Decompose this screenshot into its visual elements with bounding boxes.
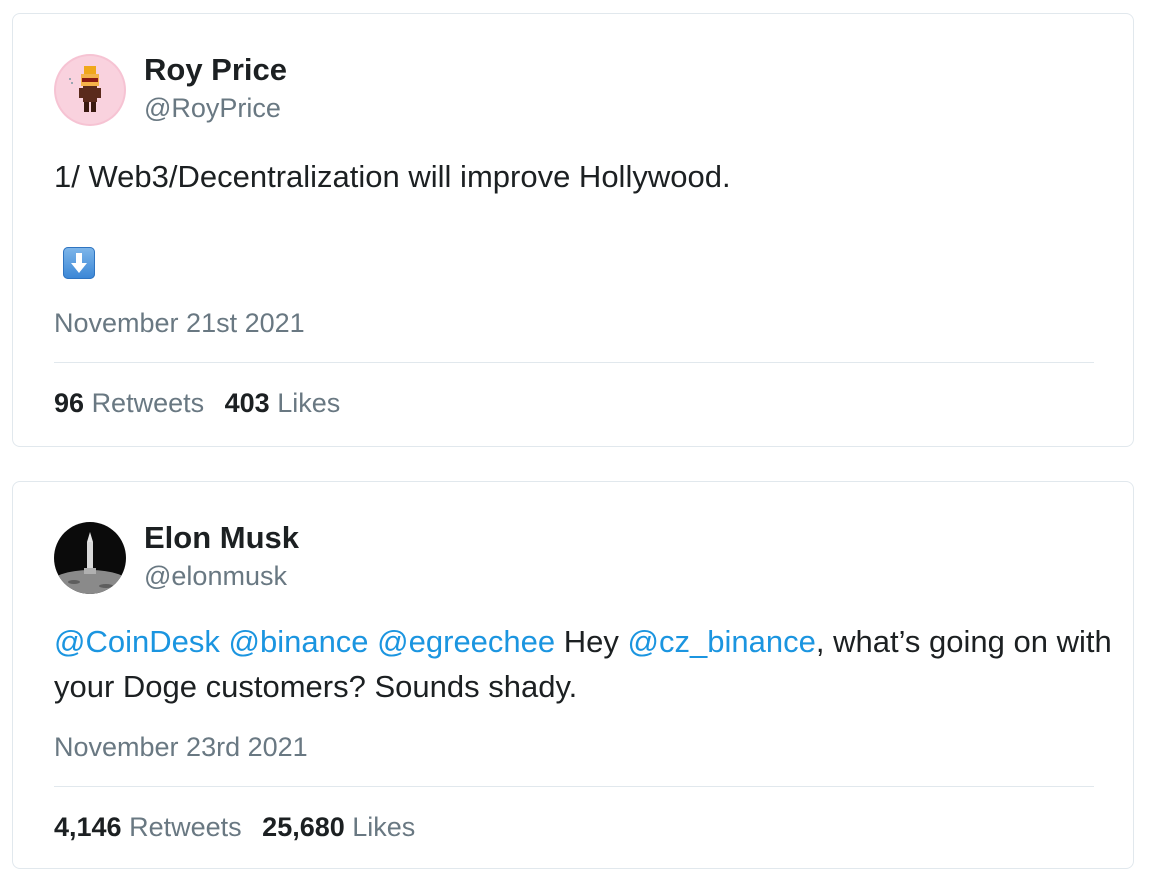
tweet-card: Roy Price @RoyPrice 1/ Web3/Decentraliza… xyxy=(12,13,1134,447)
author-name[interactable]: Elon Musk xyxy=(144,520,299,556)
retweets-label: Retweets xyxy=(91,388,205,418)
tweet-text: @CoinDesk @binance @egreechee Hey @cz_bi… xyxy=(54,619,1114,709)
likes-stat[interactable]: 25,680 Likes xyxy=(262,812,415,842)
mention-link[interactable]: @binance xyxy=(228,624,368,659)
tweet-stats: 4,146 Retweets 25,680 Likes xyxy=(54,811,428,843)
tweet-text-segment: Hey xyxy=(563,624,619,659)
retweets-count: 4,146 xyxy=(54,812,122,842)
down-arrow-icon xyxy=(63,247,95,279)
retweets-label: Retweets xyxy=(129,812,242,842)
author-handle[interactable]: @RoyPrice xyxy=(144,92,281,124)
tweet-text: 1/ Web3/Decentralization will improve Ho… xyxy=(54,159,731,194)
mention-link[interactable]: @egreechee xyxy=(377,624,555,659)
likes-label: Likes xyxy=(352,812,416,842)
mention-link[interactable]: @cz_binance xyxy=(628,624,816,659)
avatar-roy-price-image xyxy=(54,54,126,126)
avatar[interactable] xyxy=(54,522,126,594)
retweets-stat[interactable]: 4,146 Retweets xyxy=(54,812,242,842)
mention-link[interactable]: @CoinDesk xyxy=(54,624,220,659)
divider xyxy=(54,786,1094,787)
tweet-date[interactable]: November 21st 2021 xyxy=(54,307,305,339)
author-handle[interactable]: @elonmusk xyxy=(144,560,287,592)
avatar[interactable] xyxy=(54,54,126,126)
avatar-elon-musk-image xyxy=(54,522,126,594)
tweet-card: Elon Musk @elonmusk @CoinDesk @binance @… xyxy=(12,481,1134,869)
retweets-stat[interactable]: 96 Retweets xyxy=(54,388,204,418)
tweet-date[interactable]: November 23rd 2021 xyxy=(54,731,308,763)
author-name[interactable]: Roy Price xyxy=(144,52,287,88)
likes-count: 403 xyxy=(224,388,270,418)
divider xyxy=(54,362,1094,363)
likes-count: 25,680 xyxy=(262,812,345,842)
retweets-count: 96 xyxy=(54,388,85,418)
likes-stat[interactable]: 403 Likes xyxy=(225,388,341,418)
tweet-stats: 96 Retweets 403 Likes xyxy=(54,387,353,419)
likes-label: Likes xyxy=(277,388,341,418)
